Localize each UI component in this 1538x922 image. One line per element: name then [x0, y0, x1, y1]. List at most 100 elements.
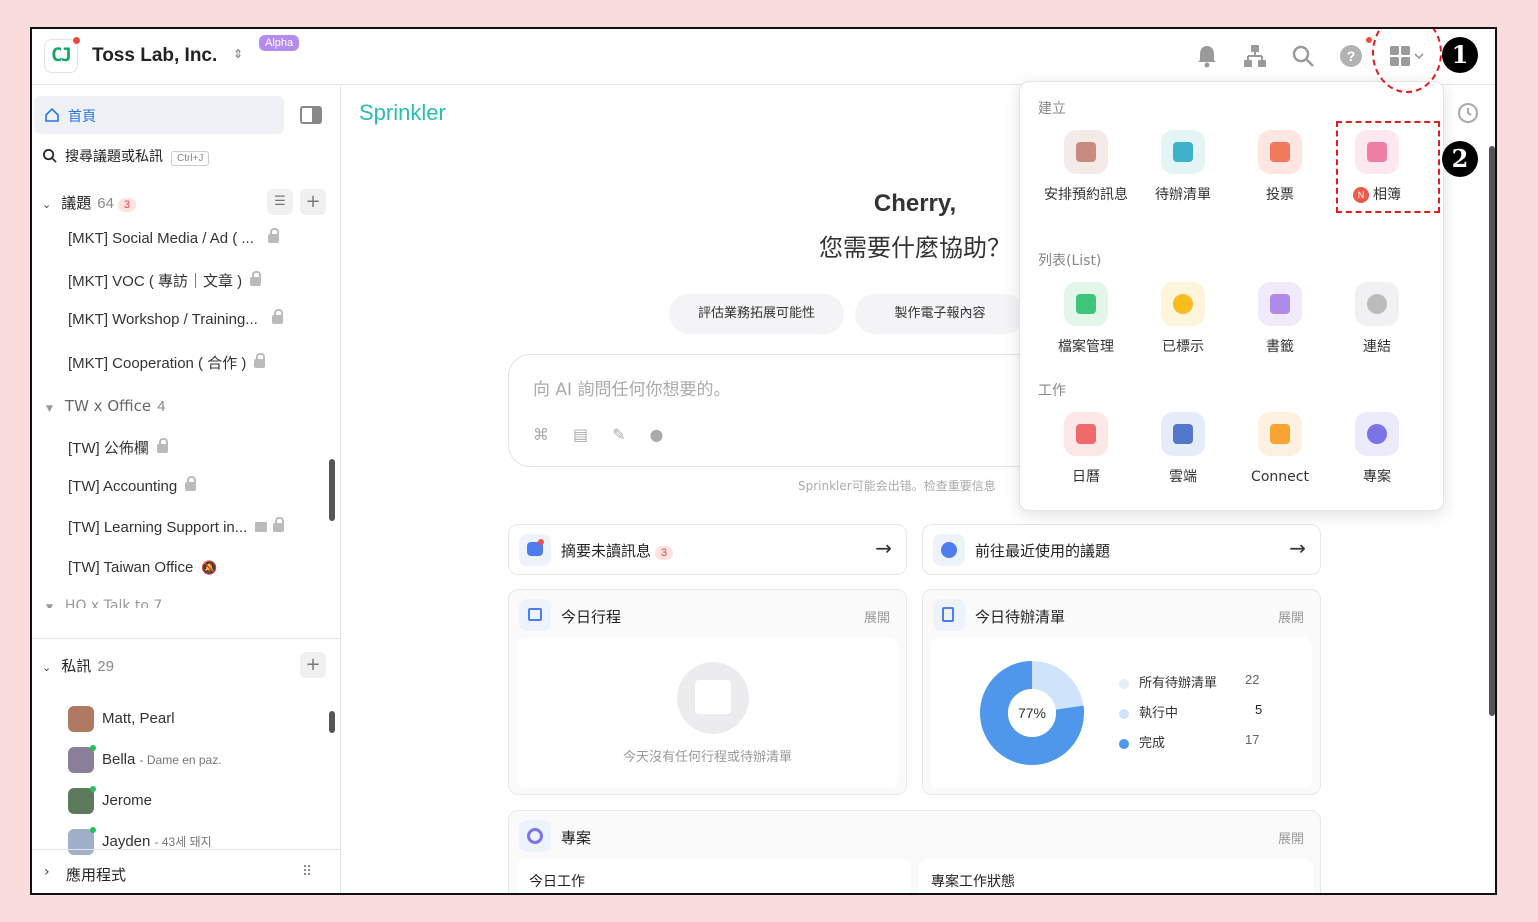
- app-links[interactable]: 連結: [1329, 282, 1425, 358]
- dots-grid-icon[interactable]: ⠿: [302, 864, 312, 880]
- step-marker-2: 2: [1442, 141, 1478, 177]
- online-dot: [90, 827, 96, 833]
- topic-name: [TW] Accounting: [68, 478, 178, 495]
- schedule-body: 今天沒有任何行程或待辦清單: [517, 638, 898, 788]
- chevron-down-icon: ⌄: [42, 661, 52, 674]
- file-icon: [1064, 282, 1108, 326]
- star-icon: [1161, 282, 1205, 326]
- dm-item[interactable]: Matt, Pearl: [68, 706, 175, 732]
- chat-bubble-icon: [519, 534, 551, 566]
- dm-item[interactable]: Bella - Dame en paz.: [68, 745, 222, 773]
- sidebar-topic-item[interactable]: [TW] Taiwan Office 🔕: [68, 559, 218, 576]
- dm-section-header[interactable]: ⌄ 私訊 29: [42, 655, 114, 676]
- vote-box-icon: [1258, 130, 1302, 174]
- chevron-down-icon: ⌄: [42, 198, 52, 211]
- team-switch-icon[interactable]: ⇕: [233, 47, 243, 61]
- dm-scrollbar[interactable]: [329, 711, 335, 733]
- app-bookmarks[interactable]: 書籤: [1232, 282, 1328, 358]
- app-connect[interactable]: Connect: [1232, 412, 1328, 488]
- todo-icon: [1161, 130, 1205, 174]
- team-name[interactable]: Toss Lab, Inc.: [92, 45, 217, 67]
- legend-item: 所有待辦清單 22: [1119, 672, 1259, 691]
- dm-status: - 43세 돼지: [154, 834, 212, 849]
- add-dm-button[interactable]: +: [300, 652, 326, 678]
- summary-label: 摘要未讀訊息 3: [561, 540, 674, 561]
- main-scrollbar[interactable]: [1489, 146, 1495, 716]
- donut-center-label: 77%: [1018, 705, 1046, 721]
- app-vote[interactable]: 投票: [1232, 130, 1328, 206]
- topics-unread-badge: 3: [117, 198, 137, 212]
- ai-prompt-input[interactable]: 向 AI 詢問任何你想要的。 ⌘▤✎●: [508, 354, 1108, 467]
- app-label: 日曆: [1072, 469, 1100, 485]
- topics-section-header[interactable]: ⌄ 議題 64 3: [42, 192, 137, 213]
- sidebar-topic-item[interactable]: [TW] Accounting: [68, 476, 197, 495]
- schedule-empty-text: 今天沒有任何行程或待辦清單: [622, 750, 792, 765]
- recent-topics-card[interactable]: 前往最近使用的議題 →: [922, 524, 1321, 575]
- sidebar-search[interactable]: 搜尋議題或私訊 Ctrl+J: [42, 146, 210, 166]
- avatar: [68, 706, 94, 732]
- section-create-label: 建立: [1038, 101, 1066, 117]
- folder-label: HQ x Talk to 7: [64, 598, 163, 608]
- app-schedule-message[interactable]: 安排預約訊息: [1038, 130, 1134, 206]
- wrench-icon[interactable]: ✎: [612, 425, 649, 444]
- sort-icon[interactable]: ☰: [267, 189, 293, 215]
- bell-icon[interactable]: [1194, 43, 1220, 69]
- sidebar-topic-item[interactable]: [TW] 公佈欄: [68, 437, 168, 458]
- legend-dot: [1119, 738, 1129, 749]
- dm-item[interactable]: Jerome: [68, 786, 152, 814]
- legend-item: 執行中 5: [1119, 702, 1262, 721]
- svg-text:?: ?: [1347, 48, 1356, 64]
- project-expand-link[interactable]: 展開: [1278, 828, 1304, 847]
- chat-icon[interactable]: ▤: [573, 425, 612, 444]
- search-icon[interactable]: [1290, 43, 1316, 69]
- app-todo[interactable]: 待辦清單: [1135, 130, 1231, 206]
- topics-scrollbar[interactable]: [329, 459, 335, 521]
- app-starred[interactable]: 已標示: [1135, 282, 1231, 358]
- sidebar-topic-item[interactable]: [MKT] VOC ( 專訪｜文章 ): [68, 270, 262, 291]
- attach-icon[interactable]: ⌘: [533, 425, 573, 444]
- sidebar-topic-item[interactable]: [MKT] Social Media / Ad ( ...: [68, 228, 279, 247]
- sidebar-topic-item[interactable]: [TW] Learning Support in...: [68, 517, 285, 536]
- todo-title: 今日待辦清單: [975, 608, 1066, 626]
- dm-label: 私訊: [61, 657, 92, 675]
- app-label: 安排預約訊息: [1044, 187, 1128, 203]
- home-icon: [45, 107, 59, 122]
- sidebar-topic-item[interactable]: [MKT] Cooperation ( 合作 ): [68, 352, 266, 373]
- help-icon[interactable]: ?: [1338, 43, 1364, 69]
- org-chart-icon[interactable]: [1242, 43, 1268, 69]
- sidebar-apps-row[interactable]: › 應用程式 ⠿: [32, 849, 340, 893]
- suggestion-chip[interactable]: 製作電子報內容: [855, 294, 1025, 334]
- todo-body: 77% 所有待辦清單 22 執行中 5 完成 17: [931, 638, 1312, 788]
- board-icon: [255, 522, 268, 532]
- history-icon[interactable]: [1455, 100, 1481, 126]
- sidebar-topic-item[interactable]: [MKT] Workshop / Training...: [68, 309, 283, 328]
- collapse-panel-icon[interactable]: [300, 106, 322, 124]
- team-logo[interactable]: CJ: [44, 37, 80, 73]
- ai-placeholder: 向 AI 詢問任何你想要的。: [533, 380, 731, 400]
- project-status-label: 專案工作狀態: [931, 874, 1015, 890]
- sidebar-item-home[interactable]: 首頁: [34, 96, 284, 134]
- today-schedule-card: 今日行程 展開 今天沒有任何行程或待辦清單: [508, 589, 907, 795]
- chevron-right-icon: ›: [44, 864, 50, 880]
- folder-tw-header[interactable]: ▼ TW x Office 4: [46, 397, 165, 415]
- folder-hq-header[interactable]: ▼ HQ x Talk to 7: [46, 598, 162, 608]
- search-label: 搜尋議題或私訊: [65, 149, 163, 165]
- caret-down-icon: ▼: [46, 603, 53, 608]
- section-list-label: 列表(List): [1038, 253, 1102, 269]
- add-topic-button[interactable]: +: [300, 189, 326, 215]
- app-cloud[interactable]: 雲端: [1135, 412, 1231, 488]
- topic-name: [MKT] Social Media / Ad ( ...: [68, 230, 254, 247]
- app-label: 投票: [1266, 187, 1294, 203]
- summary-unread-card[interactable]: 摘要未讀訊息 3 →: [508, 524, 907, 575]
- app-file-manager[interactable]: 檔案管理: [1038, 282, 1134, 358]
- app-project[interactable]: 專案: [1329, 412, 1425, 488]
- sidebar: 首頁 搜尋議題或私訊 Ctrl+J ⌄ 議題 64 3 ☰ + [MKT] Social…: [32, 86, 341, 893]
- help-notification-dot: [1366, 37, 1372, 43]
- lightbulb-icon[interactable]: ●: [650, 425, 688, 444]
- suggestion-chip[interactable]: 評估業務拓展可能性: [669, 294, 844, 334]
- todo-expand-link[interactable]: 展開: [1278, 607, 1304, 626]
- schedule-expand-link[interactable]: 展開: [864, 607, 890, 626]
- app-calendar[interactable]: 日曆: [1038, 412, 1134, 488]
- dm-name: Jayden: [102, 832, 151, 850]
- divider: [32, 638, 340, 639]
